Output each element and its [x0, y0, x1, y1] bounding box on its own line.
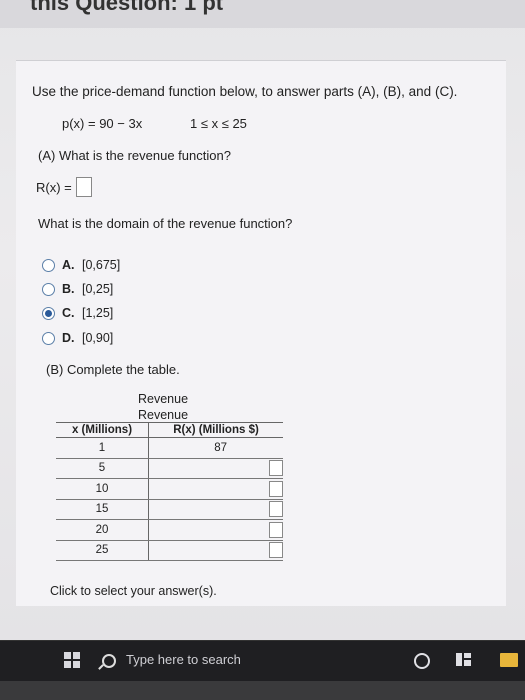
taskbar-search-box[interactable]: Type here to search — [92, 648, 372, 674]
search-icon — [102, 654, 116, 668]
cell-x: 20 — [56, 519, 149, 541]
radio-option-b[interactable] — [42, 283, 55, 296]
part-a-label: (A) What is the revenue function? — [38, 148, 231, 163]
screen: this Question: 1 pt Use the price-demand… — [0, 0, 525, 640]
price-demand-function: p(x) = 90 − 3x — [62, 116, 143, 131]
domain-question: What is the domain of the revenue functi… — [38, 216, 293, 231]
option-value: [0,25] — [82, 282, 114, 296]
file-explorer-icon[interactable] — [500, 653, 518, 667]
revenue-function-input[interactable] — [76, 177, 92, 197]
screen-bezel — [0, 681, 525, 700]
cell-x: 25 — [56, 540, 149, 561]
cell-x: 5 — [56, 458, 149, 479]
option-letter: A. — [62, 258, 75, 272]
part-b-label: (B) Complete the table. — [46, 362, 180, 377]
cell-x: 15 — [56, 499, 149, 520]
revenue-input-25[interactable] — [269, 542, 283, 559]
revenue-function-label: R(x) = — [36, 180, 72, 195]
question-intro: Use the price-demand function below, to … — [32, 84, 458, 99]
cell-x: 10 — [56, 478, 149, 500]
option-letter: B. — [62, 282, 75, 296]
question-title-strip: this Question: 1 pt — [0, 0, 525, 28]
table-row: 25 — [56, 540, 283, 561]
table-row: 5 — [56, 458, 283, 479]
table-row: 20 — [56, 519, 283, 541]
revenue-input-5[interactable] — [269, 460, 283, 477]
revenue-table: x (Millions) R(x) (Millions $) 1 87 5 10… — [56, 422, 283, 561]
col-header-x: x (Millions) — [56, 422, 149, 438]
option-value: [0,90] — [82, 331, 114, 345]
cell-r: 87 — [148, 437, 283, 459]
option-value: [1,25] — [82, 306, 114, 320]
task-view-icon[interactable] — [456, 653, 472, 667]
revenue-input-20[interactable] — [269, 521, 283, 538]
windows-taskbar: Type here to search — [0, 640, 525, 681]
table-row: 15 — [56, 499, 283, 520]
cell-r — [148, 499, 283, 520]
click-to-select-note: Click to select your answer(s). — [50, 584, 217, 598]
revenue-input-10[interactable] — [269, 480, 283, 497]
cell-r-value: 87 — [214, 441, 227, 454]
table-caption-line2: Revenue — [138, 408, 189, 422]
option-letter: C. — [62, 306, 75, 320]
option-value: [0,675] — [82, 258, 121, 272]
cell-r — [148, 478, 283, 500]
table-caption-line1: Revenue — [138, 392, 189, 406]
radio-option-a[interactable] — [42, 259, 55, 272]
search-placeholder: Type here to search — [126, 652, 241, 667]
cell-r — [148, 519, 283, 541]
option-letter: D. — [62, 331, 75, 345]
table-row: 1 87 — [56, 437, 283, 459]
radio-option-c[interactable] — [42, 307, 55, 320]
table-row: 10 — [56, 478, 283, 500]
cortana-icon[interactable] — [414, 653, 430, 669]
cell-x: 1 — [56, 437, 149, 459]
cell-r — [148, 540, 283, 561]
function-domain: 1 ≤ x ≤ 25 — [190, 116, 247, 131]
col-header-r: R(x) (Millions $) — [148, 422, 283, 438]
revenue-input-15[interactable] — [269, 501, 283, 518]
question-title: this Question: 1 pt — [30, 0, 224, 15]
radio-option-d[interactable] — [42, 332, 55, 345]
windows-start-icon[interactable] — [64, 652, 80, 668]
cell-r — [148, 458, 283, 479]
